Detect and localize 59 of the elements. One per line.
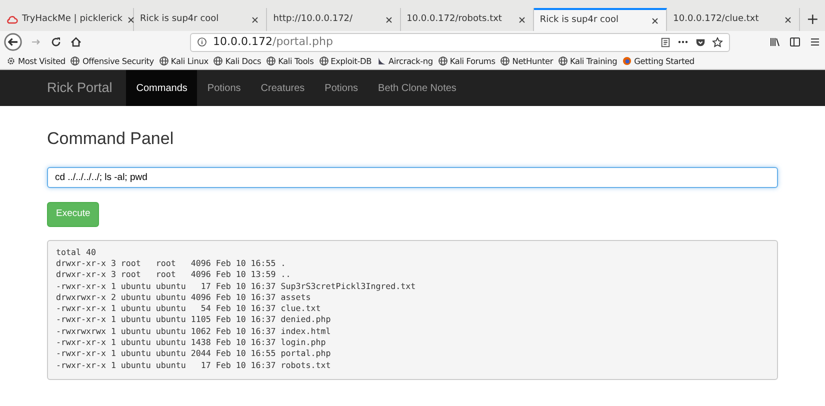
- output-line: -rwxrwxrwx 1 ubuntu ubuntu 1062 Feb 10 16:37 index.html: [56, 326, 332, 338]
- output-line: -rwxr-xr-x 1 ubuntu ubuntu 2044 Feb 10 16:55 portal.php: [56, 348, 332, 360]
- bookmark-link[interactable]: Offensive Security: [70, 54, 154, 68]
- star-icon[interactable]: [712, 36, 723, 48]
- pocket-icon[interactable]: [695, 36, 706, 48]
- browser-tab[interactable]: Rick is sup4r cool: [534, 8, 668, 31]
- nav-link[interactable]: Beth Clone Notes: [368, 70, 466, 106]
- nav-link[interactable]: Creatures: [250, 70, 315, 106]
- new-tab-button[interactable]: +: [800, 8, 825, 31]
- output-line: drwxr-xr-x 3 root root 4096 Feb 10 13:59 ..: [56, 269, 292, 281]
- bookmark-link[interactable]: Kali Docs: [213, 54, 262, 68]
- bookmark-link[interactable]: Exploit-DB: [318, 54, 372, 68]
- globe-icon: [500, 56, 510, 66]
- menu-icon[interactable]: [809, 36, 821, 48]
- globe-icon: [213, 56, 224, 66]
- nav-link[interactable]: Potions: [197, 70, 251, 106]
- bookmark-link[interactable]: Getting Started: [622, 54, 694, 68]
- reload-icon[interactable]: [50, 36, 62, 48]
- close-icon[interactable]: [650, 16, 660, 26]
- info-icon: [197, 37, 207, 47]
- url-text: 10.0.0.172/portal.php: [213, 34, 334, 50]
- reader-view-icon[interactable]: [660, 36, 671, 48]
- globe-icon: [158, 56, 169, 66]
- close-icon[interactable]: [384, 14, 394, 24]
- output-line: -rwxr-xr-x 1 ubuntu ubuntu 17 Feb 10 16:37 Sup3rS3cretPickl3Ingred.txt: [56, 280, 417, 292]
- globe-icon: [70, 56, 80, 66]
- output-line: drwxr-xr-x 3 root root 4096 Feb 10 16:55 .: [56, 258, 287, 270]
- globe-icon: [558, 56, 568, 66]
- nav-link[interactable]: Commands: [126, 70, 198, 106]
- library-icon[interactable]: [769, 36, 781, 48]
- back-icon[interactable]: [4, 33, 22, 51]
- bookmark-link[interactable]: Kali Tools: [266, 54, 314, 68]
- close-icon[interactable]: [250, 14, 260, 24]
- output-line: -rwxr-xr-x 1 ubuntu ubuntu 17 Feb 10 16:37 robots.txt: [56, 360, 332, 371]
- bookmark-link[interactable]: Kali Forums: [438, 54, 496, 68]
- output-line: drwxrwxr-x 2 ubuntu ubuntu 4096 Feb 10 16:37 assets: [56, 292, 312, 304]
- command-field[interactable]: cd ../../../../; ls -al; pwd: [47, 167, 778, 188]
- output-line: total 40: [56, 246, 97, 258]
- panel-title: Command Panel: [47, 129, 175, 150]
- nav-link[interactable]: Potions: [314, 70, 368, 106]
- globe-icon: [438, 56, 448, 66]
- close-icon[interactable]: [126, 14, 136, 24]
- bookmark-link[interactable]: Kali Linux: [158, 54, 208, 68]
- sidebar-icon[interactable]: [789, 36, 801, 48]
- brand-link[interactable]: Rick Portal: [37, 70, 122, 106]
- output-line: -rwxr-xr-x 1 ubuntu ubuntu 1438 Feb 10 16:37 login.php: [56, 337, 327, 348]
- close-icon[interactable]: [516, 14, 527, 24]
- bookmark-link[interactable]: Aircrack-ng: [376, 54, 433, 68]
- address-bar[interactable]: 10.0.0.172/portal.php: [190, 32, 730, 52]
- home-icon[interactable]: [70, 36, 82, 48]
- output-line: -rwxr-xr-x 1 ubuntu ubuntu 54 Feb 10 16:37 clue.txt: [56, 303, 322, 314]
- close-icon[interactable]: [783, 14, 794, 24]
- bookmark-link[interactable]: NetHunter: [500, 54, 554, 68]
- globe-icon: [266, 56, 276, 66]
- bookmark-link[interactable]: Kali Training: [558, 54, 618, 68]
- gear-icon: [6, 56, 16, 66]
- globe-icon: [318, 56, 329, 66]
- bookmark-link[interactable]: Most Visited: [6, 54, 66, 68]
- output-line: -rwxr-xr-x 1 ubuntu ubuntu 1105 Feb 10 16:37 denied.php: [56, 314, 332, 326]
